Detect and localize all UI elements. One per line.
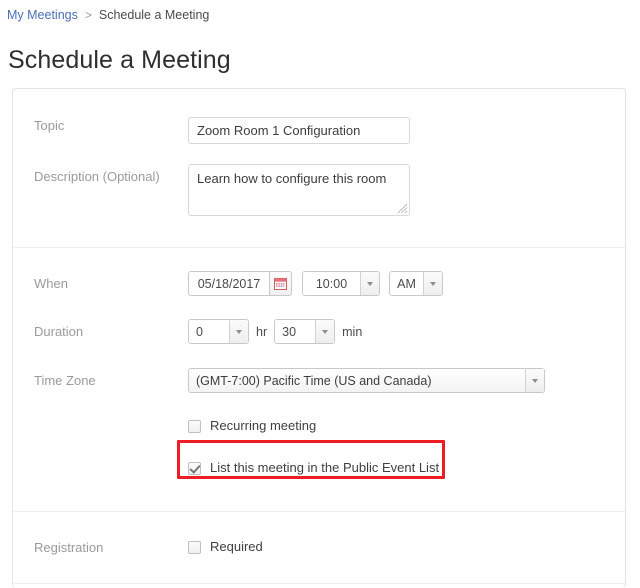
duration-minutes-unit-label: min [342,324,363,339]
field-registration: Required [188,539,625,555]
label-public-event-spacer [13,460,188,478]
duration-hours-arrow[interactable] [229,320,248,343]
breadcrumb-current: Schedule a Meeting [98,8,210,22]
row-when: When 05/18/2017 10:00 AM [13,248,625,296]
timezone-select-arrow[interactable] [525,369,544,392]
label-timezone: Time Zone [34,373,96,388]
calendar-icon [274,278,287,290]
duration-hours-select[interactable]: 0 [188,319,249,344]
breadcrumb-link-my-meetings[interactable]: My Meetings [7,8,78,22]
section-divider-3 [13,583,625,584]
row-description: Description (Optional) Learn how to conf… [13,144,625,247]
field-duration: 0 hr 30 min [188,319,625,344]
row-registration: Registration Required [13,512,625,583]
label-registration: Registration [34,540,104,555]
row-recurring-meeting: Recurring meeting [13,393,625,436]
registration-required-label: Required [210,539,263,554]
section-meeting-details: Topic Description (Optional) Learn how t… [13,89,625,247]
timezone-select[interactable]: (GMT-7:00) Pacific Time (US and Canada) [188,368,545,393]
label-recurring-spacer [13,418,188,436]
meridiem-select[interactable]: AM [389,271,443,296]
duration-minutes-select[interactable]: 30 [274,319,336,344]
recurring-meeting-checkbox[interactable] [188,419,201,433]
field-public-event-list: List this meeting in the Public Event Li… [188,460,625,476]
timezone-select-value: (GMT-7:00) Pacific Time (US and Canada) [196,373,432,388]
breadcrumb: My Meetings > Schedule a Meeting [7,7,209,23]
registration-required-checkbox-row[interactable]: Required [188,539,263,555]
meridiem-select-value: AM [390,272,423,295]
breadcrumb-separator-icon: > [84,8,92,22]
row-duration: Duration 0 hr 30 min [13,296,625,344]
public-event-list-label: List this meeting in the Public Event Li… [210,460,440,475]
duration-hours-value: 0 [189,320,229,343]
label-topic: Topic [34,118,65,133]
time-select-value: 10:00 [303,272,360,295]
label-description: Description (Optional) [34,169,160,184]
schedule-meeting-form-panel: Topic Description (Optional) Learn how t… [12,88,626,588]
chevron-down-icon [236,329,242,334]
field-description: Learn how to configure this room [188,164,625,216]
field-timezone: (GMT-7:00) Pacific Time (US and Canada) [188,368,625,393]
chevron-down-icon [367,281,373,286]
field-topic [188,117,625,144]
date-input[interactable] [188,271,270,296]
row-timezone: Time Zone (GMT-7:00) Pacific Time (US an… [13,344,625,393]
page-title: Schedule a Meeting [8,46,231,74]
row-public-event-list: List this meeting in the Public Event Li… [13,436,625,511]
field-when: 10:00 AM [188,271,625,296]
recurring-meeting-checkbox-row[interactable]: Recurring meeting [188,418,316,434]
label-when: When [34,276,68,291]
public-event-list-checkbox-row[interactable]: List this meeting in the Public Event Li… [188,460,439,476]
duration-hours-unit-label: hr [256,324,268,339]
section-registration: Registration Required [13,512,625,583]
section-schedule: When 05/18/2017 10:00 AM Duration 0 hr 3… [13,248,625,511]
chevron-down-icon [532,378,538,383]
calendar-picker-button[interactable] [270,271,292,296]
public-event-list-checkbox[interactable] [188,461,201,475]
chevron-down-icon [322,329,329,334]
row-topic: Topic [13,89,625,144]
chevron-down-icon [430,281,436,286]
label-duration: Duration [34,324,84,339]
field-recurring-meeting: Recurring meeting [188,418,625,434]
meridiem-select-arrow[interactable] [423,272,442,295]
duration-minutes-value: 30 [275,320,316,343]
description-textarea[interactable]: Learn how to configure this room [188,164,410,216]
topic-input[interactable] [188,117,410,144]
registration-required-checkbox[interactable] [188,540,201,554]
time-select-arrow[interactable] [360,272,379,295]
time-select[interactable]: 10:00 [302,271,380,296]
recurring-meeting-label: Recurring meeting [210,418,317,433]
duration-minutes-arrow[interactable] [315,320,335,343]
description-textarea-wrap: Learn how to configure this room [188,164,410,216]
